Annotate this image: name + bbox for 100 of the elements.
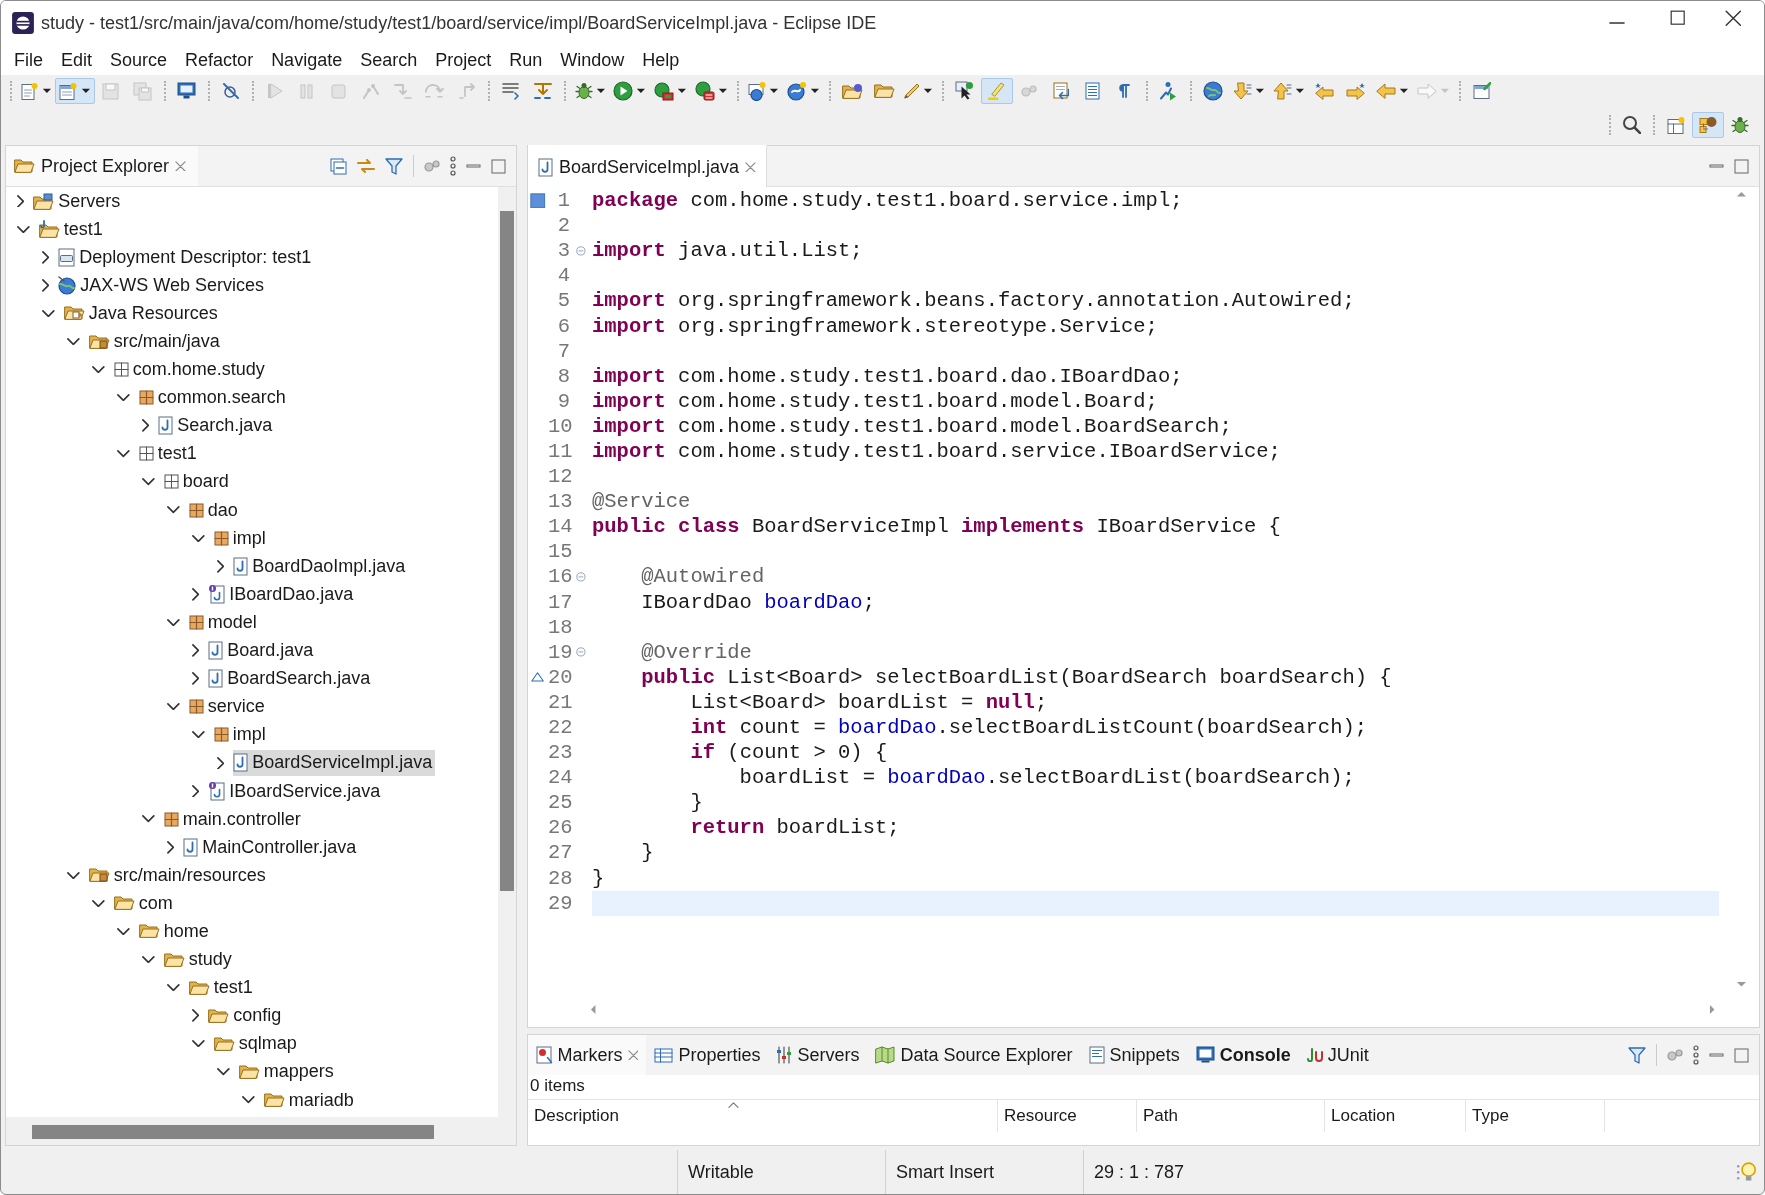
gears-icon[interactable]: [424, 160, 440, 172]
chevron-down-icon[interactable]: [42, 309, 55, 318]
chevron-right-icon[interactable]: [217, 756, 225, 770]
menu-item[interactable]: Project: [426, 49, 501, 71]
filter-icon[interactable]: [1628, 1046, 1646, 1064]
tree-item[interactable]: com.home.study: [113, 356, 268, 383]
chevron-down-icon[interactable]: [92, 899, 105, 907]
chevron-right-icon[interactable]: [42, 278, 50, 292]
view-menu-icon[interactable]: [1693, 1045, 1699, 1065]
chevron-right-icon[interactable]: [142, 419, 150, 433]
tree-item[interactable]: Servers: [33, 188, 124, 215]
chevron-right-icon[interactable]: [192, 672, 200, 685]
chevron-down-icon[interactable]: [192, 534, 205, 542]
tree-item[interactable]: dao: [188, 497, 241, 524]
chevron-down-icon[interactable]: [142, 815, 155, 823]
chevron-down-icon[interactable]: [167, 984, 180, 992]
tree-item[interactable]: study: [163, 946, 235, 973]
tree-item[interactable]: BoardServiceImpl.java: [233, 749, 436, 776]
menu-item[interactable]: Run: [500, 49, 552, 71]
tree-item[interactable]: com: [113, 890, 176, 917]
tree-item[interactable]: home: [138, 918, 212, 945]
tree-item[interactable]: impl: [213, 721, 269, 748]
chevron-right-icon[interactable]: [217, 559, 225, 573]
view-tab[interactable]: Project Explorer: [6, 146, 198, 186]
scrollbar[interactable]: [498, 187, 516, 1117]
tree-item[interactable]: impl: [213, 525, 269, 552]
scrollbar-thumb[interactable]: [500, 211, 514, 891]
tree-item[interactable]: IBoardDao.java: [208, 581, 357, 608]
chevron-down-icon[interactable]: [117, 394, 130, 402]
view-tab[interactable]: Console: [1187, 1035, 1299, 1075]
tree-item[interactable]: sqlmap: [213, 1030, 300, 1057]
menu-item[interactable]: Help: [633, 49, 689, 71]
close-icon[interactable]: [1725, 10, 1742, 27]
chevron-down-icon[interactable]: [17, 225, 30, 233]
chevron-down-icon[interactable]: [67, 871, 80, 879]
column-header[interactable]: Path: [1137, 1100, 1325, 1132]
tree-item[interactable]: mappers: [238, 1058, 337, 1085]
chevron-down-icon[interactable]: [117, 927, 130, 936]
tree-item[interactable]: BoardDaoImpl.java: [233, 553, 409, 580]
menu-item[interactable]: File: [5, 49, 52, 71]
tree-item[interactable]: test1: [138, 440, 200, 467]
view-tab[interactable]: JUnit: [1298, 1035, 1377, 1075]
tree-item[interactable]: main.controller: [163, 806, 304, 833]
chevron-right-icon[interactable]: [192, 588, 200, 601]
chevron-right-icon[interactable]: [17, 194, 25, 208]
view-tab[interactable]: Properties: [646, 1035, 769, 1075]
filter-icon[interactable]: [385, 157, 403, 175]
chevron-down-icon[interactable]: [92, 365, 105, 374]
scrollbar-thumb[interactable]: [32, 1125, 434, 1139]
chevron-down-icon[interactable]: [192, 1040, 205, 1048]
chevron-down-icon[interactable]: [167, 703, 180, 711]
view-tab[interactable]: Data Source Explorer: [867, 1035, 1081, 1075]
chevron-down-icon[interactable]: [167, 618, 180, 627]
tree-item[interactable]: src/main/java: [88, 328, 223, 355]
tree-item[interactable]: test1: [188, 974, 256, 1001]
tree-item[interactable]: config: [208, 1002, 285, 1029]
chevron-right-icon[interactable]: [42, 250, 50, 264]
menu-item[interactable]: Source: [101, 49, 177, 71]
menu-item[interactable]: Edit: [52, 49, 102, 71]
chevron-down-icon[interactable]: [142, 478, 155, 486]
chevron-down-icon[interactable]: [192, 731, 205, 739]
tree-item[interactable]: IBoardService.java: [208, 778, 384, 804]
view-tab[interactable]: Markers: [528, 1035, 647, 1075]
tree-item[interactable]: Java Resources: [63, 300, 221, 327]
chevron-down-icon[interactable]: [167, 506, 180, 514]
chevron-down-icon[interactable]: [117, 450, 130, 458]
chevron-down-icon[interactable]: [142, 955, 155, 964]
tree-item[interactable]: BoardSearch.java: [208, 665, 374, 692]
tree-item[interactable]: common.search: [138, 384, 289, 411]
tree-item[interactable]: Deployment Descriptor: test1: [58, 244, 315, 271]
tree-item[interactable]: JAX-WS Web Services: [58, 272, 267, 299]
chevron-down-icon[interactable]: [217, 1068, 230, 1076]
chevron-down-icon[interactable]: [67, 337, 80, 346]
column-header[interactable]: Type: [1466, 1100, 1605, 1132]
tree-item[interactable]: board: [163, 469, 232, 495]
column-header[interactable]: Description: [528, 1100, 998, 1132]
menu-item[interactable]: Navigate: [262, 49, 352, 71]
chevron-right-icon[interactable]: [192, 784, 200, 798]
menu-item[interactable]: Refactor: [176, 49, 263, 71]
tree-item[interactable]: test1: [38, 216, 106, 243]
tree-item[interactable]: MainController.java: [183, 834, 360, 861]
gears-icon[interactable]: [1667, 1049, 1683, 1061]
tree-item[interactable]: service: [188, 693, 268, 720]
chevron-right-icon[interactable]: [192, 1009, 200, 1023]
collapse-all-icon[interactable]: [330, 157, 347, 175]
tree-item[interactable]: mariadb: [263, 1087, 357, 1114]
maximize-icon[interactable]: [1670, 10, 1686, 26]
scrollbar[interactable]: [6, 1117, 516, 1145]
view-tab[interactable]: Snippets: [1080, 1035, 1188, 1075]
menu-item[interactable]: Search: [351, 49, 427, 71]
view-tab[interactable]: Servers: [768, 1035, 868, 1075]
chevron-right-icon[interactable]: [167, 840, 175, 854]
chevron-right-icon[interactable]: [192, 644, 200, 657]
tree-item[interactable]: src/main/resources: [88, 862, 269, 889]
menu-item[interactable]: Window: [551, 49, 634, 71]
chevron-down-icon[interactable]: [242, 1096, 255, 1104]
tree-item[interactable]: Board.java: [208, 637, 317, 664]
column-header[interactable]: Resource: [998, 1100, 1137, 1132]
editor-tab[interactable]: BoardServiceImpl.java: [528, 145, 767, 187]
view-menu-icon[interactable]: [450, 156, 456, 176]
